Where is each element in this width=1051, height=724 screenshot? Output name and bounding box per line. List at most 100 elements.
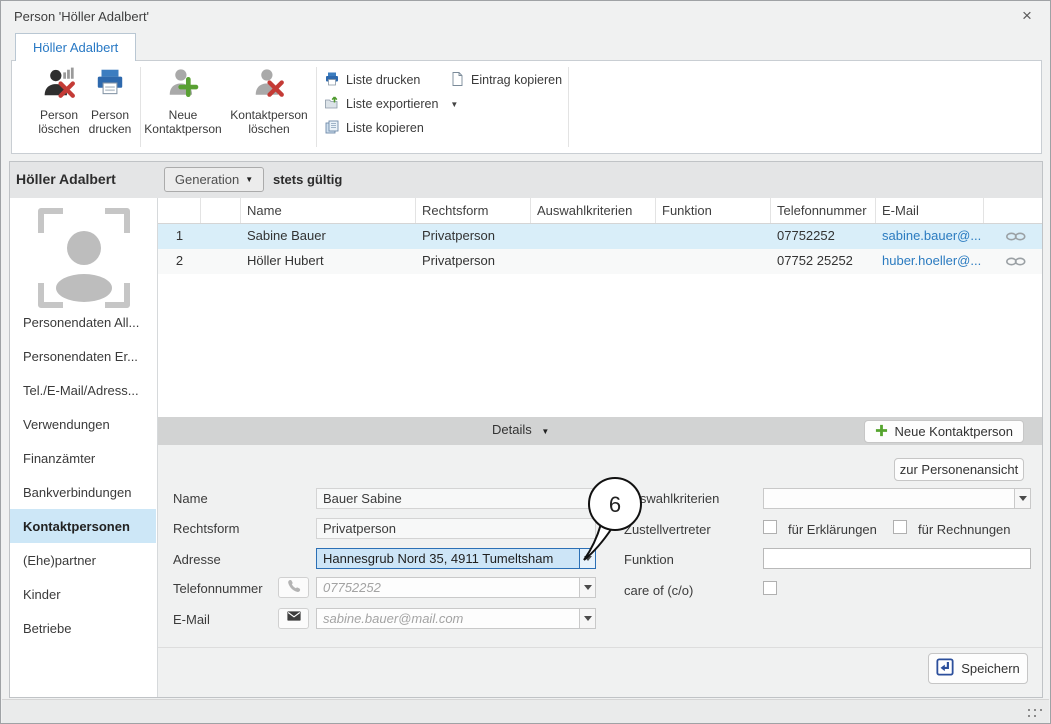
sidebar-item-betriebe[interactable]: Betriebe: [10, 611, 156, 645]
link-chain-icon[interactable]: [984, 249, 1042, 274]
adresse-dropdown-arrow[interactable]: [579, 548, 596, 569]
export-icon: [324, 95, 340, 114]
column-rechtsform[interactable]: Rechtsform: [416, 198, 531, 223]
name-input[interactable]: [316, 488, 596, 509]
row-number: 2: [158, 249, 201, 274]
column-funktion[interactable]: Funktion: [656, 198, 771, 223]
fuer-erklaerungen-checkbox[interactable]: [763, 520, 777, 534]
telefonnummer-dropdown-arrow[interactable]: [579, 577, 596, 598]
sidebar-item-tel-email-adresse[interactable]: Tel./E-Mail/Adress...: [10, 373, 156, 407]
funktion-field[interactable]: [763, 548, 1031, 569]
plus-icon: [875, 424, 888, 440]
column-auswahlkriterien[interactable]: Auswahlkriterien: [531, 198, 656, 223]
person-drucken-button[interactable]: Person drucken: [86, 66, 134, 137]
table-row[interactable]: 1 Sabine Bauer Privatperson 07752252 sab…: [158, 224, 1042, 249]
email-combo[interactable]: [316, 608, 596, 629]
person-dialog-window: Person 'Höller Adalbert' × Höller Adalbe…: [0, 0, 1051, 724]
sidebar-item-label: Betriebe: [23, 621, 71, 636]
rechtsform-input[interactable]: [316, 518, 596, 539]
rechtsform-field[interactable]: [316, 518, 596, 539]
email-input[interactable]: [316, 608, 580, 629]
phone-icon: [286, 578, 301, 598]
zur-personenansicht-button[interactable]: zur Personenansicht: [894, 458, 1024, 481]
column-row-number: [158, 198, 201, 223]
auswahlkriterien-dropdown-arrow[interactable]: [1014, 488, 1031, 509]
sidebar-item-personendaten-erweitert[interactable]: Personendaten Er...: [10, 339, 156, 373]
funktion-input[interactable]: [763, 548, 1031, 569]
cell-telefonnummer: 07752252: [771, 224, 876, 249]
person-loeschen-label: Person löschen: [35, 108, 83, 137]
cell-funktion: [656, 224, 771, 249]
table-row[interactable]: 2 Höller Hubert Privatperson 07752 25252…: [158, 249, 1042, 274]
person-header-band: Höller Adalbert Generation ▼ stets gülti…: [10, 162, 1042, 198]
envelope-icon: [286, 609, 302, 628]
care-of-checkbox[interactable]: [763, 581, 777, 595]
cell-email-link[interactable]: huber.hoeller@...: [876, 249, 984, 274]
phone-button[interactable]: [278, 577, 309, 598]
cell-auswahlkriterien: [531, 249, 656, 274]
email-dropdown-arrow[interactable]: [579, 608, 596, 629]
sidebar-item-label: Finanzämter: [23, 451, 95, 466]
resize-grip[interactable]: [1040, 715, 1042, 717]
neue-kontaktperson-detail-button[interactable]: Neue Kontaktperson: [864, 420, 1024, 443]
generation-dropdown-button[interactable]: Generation ▼: [164, 167, 264, 192]
column-telefonnummer[interactable]: Telefonnummer: [771, 198, 876, 223]
title-bar: Person 'Höller Adalbert' ×: [2, 1, 1049, 31]
person-loeschen-button[interactable]: Person löschen: [35, 66, 83, 137]
sidebar-item-kinder[interactable]: Kinder: [10, 577, 156, 611]
tab-hoeller-adalbert[interactable]: Höller Adalbert: [15, 33, 136, 61]
sidebar-item-finanzaemter[interactable]: Finanzämter: [10, 441, 156, 475]
eintrag-kopieren-button[interactable]: Eintrag kopieren: [449, 70, 562, 90]
adresse-input[interactable]: [316, 548, 580, 569]
liste-exportieren-label: Liste exportieren: [346, 97, 438, 111]
email-button[interactable]: [278, 608, 309, 629]
sidebar-item-label: Verwendungen: [23, 417, 110, 432]
sidebar-item-personendaten-allgemein[interactable]: Personendaten All...: [10, 305, 156, 339]
email-label: E-Mail: [173, 612, 210, 627]
name-label: Name: [173, 491, 208, 506]
chevron-down-icon: ▼: [450, 100, 458, 109]
fuer-rechnungen-checkbox[interactable]: [893, 520, 907, 534]
column-email[interactable]: E-Mail: [876, 198, 984, 223]
cell-email-link[interactable]: sabine.bauer@...: [876, 224, 984, 249]
toolbar-separator: [568, 67, 569, 147]
auswahlkriterien-input[interactable]: [763, 488, 1015, 509]
telefonnummer-input[interactable]: [316, 577, 580, 598]
copy-list-icon: [324, 119, 340, 138]
liste-exportieren-button[interactable]: Liste exportieren ▼: [324, 94, 458, 114]
table-header: Name Rechtsform Auswahlkriterien Funktio…: [158, 198, 1042, 224]
kontaktperson-loeschen-label: Kontaktperson löschen: [225, 108, 313, 137]
sidebar-item-ehepartner[interactable]: (Ehe)partner: [10, 543, 156, 577]
link-chain-icon[interactable]: [984, 224, 1042, 249]
save-icon: [936, 658, 954, 679]
liste-kopieren-button[interactable]: Liste kopieren: [324, 118, 424, 138]
liste-kopieren-label: Liste kopieren: [346, 121, 424, 135]
name-field[interactable]: [316, 488, 596, 509]
auswahlkriterien-label: Auswahlkriterien: [624, 491, 719, 506]
neue-kontaktperson-button[interactable]: Neue Kontaktperson: [141, 66, 225, 137]
details-label: Details: [492, 422, 532, 437]
column-blank: [201, 198, 241, 223]
auswahlkriterien-combo[interactable]: [763, 488, 1031, 509]
sidebar-nav: Personendaten All... Personendaten Er...…: [10, 305, 156, 645]
printer-icon: [93, 66, 127, 105]
sidebar-item-bankverbindungen[interactable]: Bankverbindungen: [10, 475, 156, 509]
funktion-label: Funktion: [624, 552, 674, 567]
main-panel: Höller Adalbert Generation ▼ stets gülti…: [9, 161, 1043, 698]
cell-auswahlkriterien: [531, 224, 656, 249]
sidebar-item-verwendungen[interactable]: Verwendungen: [10, 407, 156, 441]
speichern-button[interactable]: Speichern: [928, 653, 1028, 684]
adresse-combo[interactable]: [316, 548, 596, 569]
cell-rechtsform: Privatperson: [416, 249, 531, 274]
fuer-erklaerungen-label: für Erklärungen: [788, 522, 877, 537]
rechtsform-label: Rechtsform: [173, 521, 239, 536]
close-icon[interactable]: ×: [1017, 6, 1037, 26]
column-name[interactable]: Name: [241, 198, 416, 223]
details-toggle[interactable]: Details ▼: [492, 422, 549, 437]
sidebar-item-kontaktpersonen[interactable]: Kontaktpersonen: [10, 509, 156, 543]
kontaktperson-loeschen-button[interactable]: Kontaktperson löschen: [225, 66, 313, 137]
liste-drucken-button[interactable]: Liste drucken: [324, 70, 420, 90]
telefonnummer-combo[interactable]: [316, 577, 596, 598]
person-drucken-label: Person drucken: [86, 108, 134, 137]
generation-label: Generation: [175, 172, 239, 187]
